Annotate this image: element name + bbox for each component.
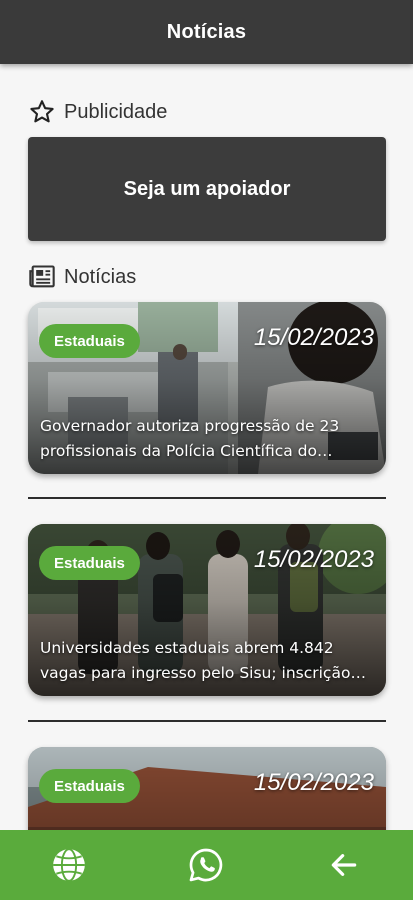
news-card[interactable]: Estaduais 15/02/2023 Universidades estad… <box>28 524 386 696</box>
news-title: Universidades estaduais abrem 4.842 vaga… <box>40 639 351 682</box>
news-title: Governador autoriza progressão de 23 pro… <box>40 417 340 460</box>
news-date: 15/02/2023 <box>253 324 374 351</box>
category-badge[interactable]: Estaduais <box>39 546 140 580</box>
app-bar: Notícias <box>0 0 413 64</box>
page-title: Notícias <box>166 20 247 43</box>
category-badge[interactable]: Estaduais <box>39 324 140 358</box>
support-banner-label: Seja um apoiador <box>123 177 291 200</box>
divider <box>28 497 386 499</box>
support-banner[interactable]: Seja um apoiador <box>28 137 386 241</box>
divider <box>28 720 386 722</box>
globe-icon <box>52 848 85 882</box>
news-feed[interactable]: Publicidade Seja um apoiador Notícias Es… <box>0 64 413 830</box>
news-date: 15/02/2023 <box>253 546 374 573</box>
news-date: 15/02/2023 <box>253 769 374 796</box>
back-button[interactable] <box>309 835 379 895</box>
category-badge[interactable]: Estaduais <box>39 769 140 803</box>
whatsapp-icon <box>190 848 223 882</box>
website-button[interactable] <box>34 835 104 895</box>
section-header-publicidade: Publicidade <box>28 98 167 126</box>
star-icon <box>30 100 54 123</box>
news-card[interactable]: Estaduais 15/02/2023 Governador autoriza… <box>28 302 386 474</box>
news-card[interactable]: Estaduais 15/02/2023 <box>28 747 386 830</box>
whatsapp-button[interactable] <box>171 835 241 895</box>
newspaper-icon <box>29 265 55 288</box>
section-header-noticias: Notícias <box>28 264 136 290</box>
bottom-navigation <box>0 830 413 900</box>
section-title: Notícias <box>64 265 137 288</box>
section-title: Publicidade <box>64 100 168 123</box>
arrow-left-icon <box>331 854 357 876</box>
